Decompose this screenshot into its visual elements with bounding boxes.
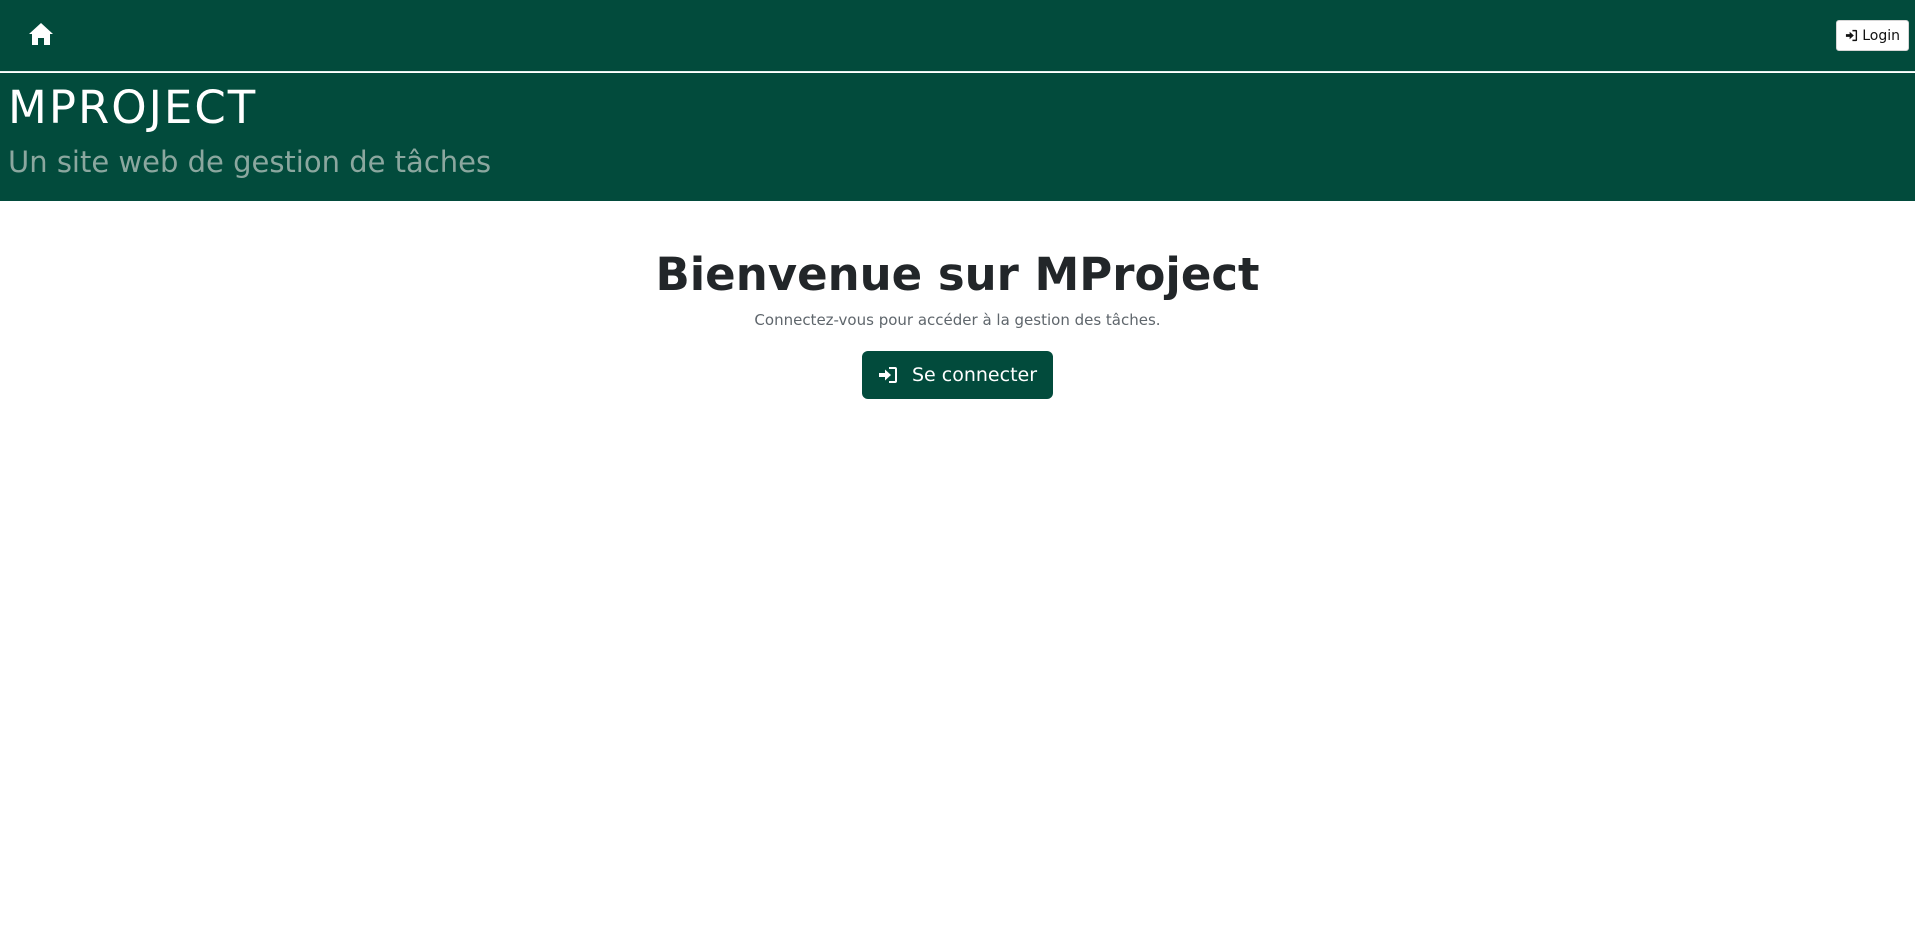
sign-in-icon	[878, 366, 897, 383]
login-button-label: Login	[1862, 27, 1900, 44]
welcome-heading: Bienvenue sur MProject	[655, 248, 1260, 301]
top-navbar: Login	[0, 0, 1915, 72]
site-title: MPROJECT	[8, 81, 258, 134]
site-header: MPROJECT Un site web de gestion de tâche…	[0, 73, 1915, 201]
connect-button[interactable]: Se connecter	[861, 350, 1054, 399]
site-tagline: Un site web de gestion de tâches	[8, 145, 492, 179]
login-button[interactable]: Login	[1836, 20, 1909, 51]
main-content: Bienvenue sur MProject Connectez-vous po…	[0, 201, 1915, 399]
connect-button-label: Se connecter	[911, 363, 1038, 386]
welcome-subtitle: Connectez-vous pour accéder à la gestion…	[754, 311, 1161, 329]
home-icon	[29, 23, 53, 45]
sign-in-icon	[1846, 29, 1858, 42]
home-link[interactable]	[26, 20, 56, 48]
